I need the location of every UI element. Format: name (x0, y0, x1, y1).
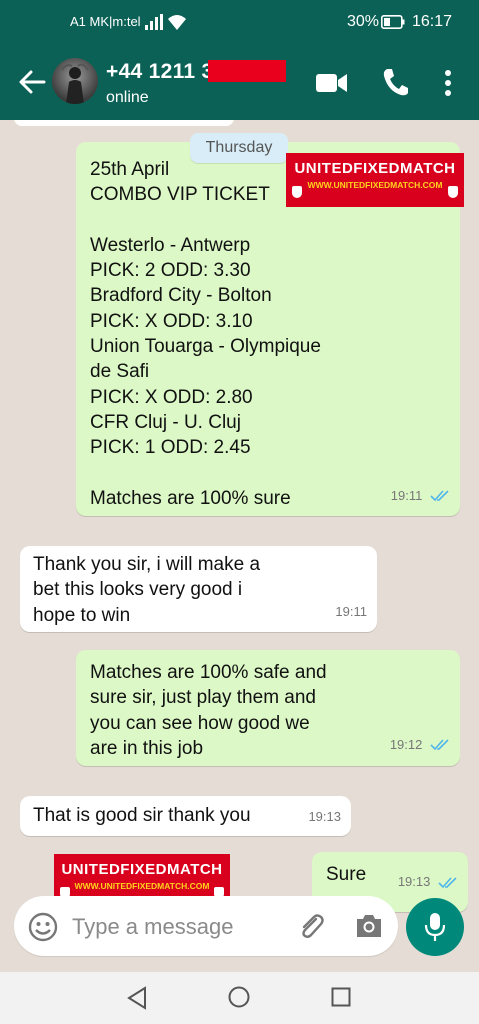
message-meta: 19:12 (390, 732, 450, 757)
message-input-placeholder[interactable]: Type a message (72, 914, 233, 940)
message-meta: 19:11 (335, 599, 367, 624)
mic-button[interactable] (406, 898, 464, 956)
chat-header: +44 1211 3 online (0, 44, 479, 120)
message-text: Sure (326, 864, 367, 885)
mic-icon (424, 913, 446, 941)
battery-percent: 30% (347, 13, 380, 30)
message-text: Thank you sir, i will make a bet this lo… (33, 554, 261, 626)
status-bar: A1 MK|m:tel 30% 16:17 (0, 0, 479, 44)
clock: 16:17 (412, 13, 453, 30)
contact-status: online (106, 89, 149, 106)
watermark-url: WWW.UNITEDFIXEDMATCH.COM (74, 881, 210, 891)
contact-avatar[interactable] (52, 58, 98, 104)
back-arrow-icon[interactable] (18, 68, 46, 96)
carrier-label: A1 MK|m:tel (70, 14, 141, 29)
watermark-logo: UNITEDFIXEDMATCH WWW.UNITEDFIXEDMATCH.CO… (286, 153, 464, 207)
message-text: Matches are 100% safe and sure sir, just… (90, 662, 327, 759)
message-bubble-outgoing[interactable]: Matches are 100% safe and sure sir, just… (76, 650, 460, 766)
message-input-box[interactable]: Type a message (14, 896, 398, 956)
nav-home-icon[interactable] (228, 986, 250, 1008)
emoji-icon[interactable] (28, 912, 58, 942)
message-time: 19:13 (308, 808, 341, 824)
redaction-mark (208, 60, 286, 82)
message-meta: 19:13 (398, 869, 458, 894)
wifi-icon (168, 15, 186, 30)
battery-icon (381, 15, 405, 29)
watermark-url: WWW.UNITEDFIXEDMATCH.COM (307, 180, 443, 190)
more-vert-icon[interactable] (441, 69, 455, 97)
message-meta: 19:11 (391, 483, 450, 508)
message-time: 19:13 (397, 874, 431, 889)
message-time: 19:11 (335, 603, 367, 619)
contact-name[interactable]: +44 1211 3 (106, 60, 214, 84)
chat-area[interactable]: 25th April COMBO VIP TICKET Westerlo - A… (0, 120, 479, 980)
video-call-icon[interactable] (316, 72, 348, 94)
attach-icon[interactable] (296, 911, 326, 941)
message-text: 25th April COMBO VIP TICKET Westerlo - A… (90, 159, 321, 509)
camera-icon[interactable] (354, 912, 384, 940)
double-check-icon (438, 876, 457, 888)
nav-recents-icon[interactable] (331, 987, 351, 1007)
message-text: That is good sir thank you (33, 805, 251, 826)
message-meta: 19:13 (308, 804, 341, 829)
day-divider: Thursday (190, 133, 288, 163)
system-navigation-bar (0, 972, 479, 1024)
shield-icon (448, 186, 458, 198)
message-bubble-incoming[interactable]: That is good sir thank you 19:13 (20, 796, 351, 836)
signal-icon (145, 14, 163, 30)
nav-back-icon[interactable] (126, 986, 148, 1010)
phone-icon[interactable] (382, 68, 408, 96)
message-time: 19:11 (390, 487, 423, 503)
double-check-icon (430, 739, 449, 751)
message-bubble-incoming[interactable]: Thank you sir, i will make a bet this lo… (20, 546, 377, 632)
watermark-title: UNITEDFIXEDMATCH (61, 861, 223, 878)
message-time: 19:12 (389, 736, 423, 752)
double-check-icon (430, 490, 449, 502)
watermark-title: UNITEDFIXEDMATCH (294, 160, 456, 177)
shield-icon (292, 186, 302, 198)
previous-message-edge (14, 120, 234, 126)
